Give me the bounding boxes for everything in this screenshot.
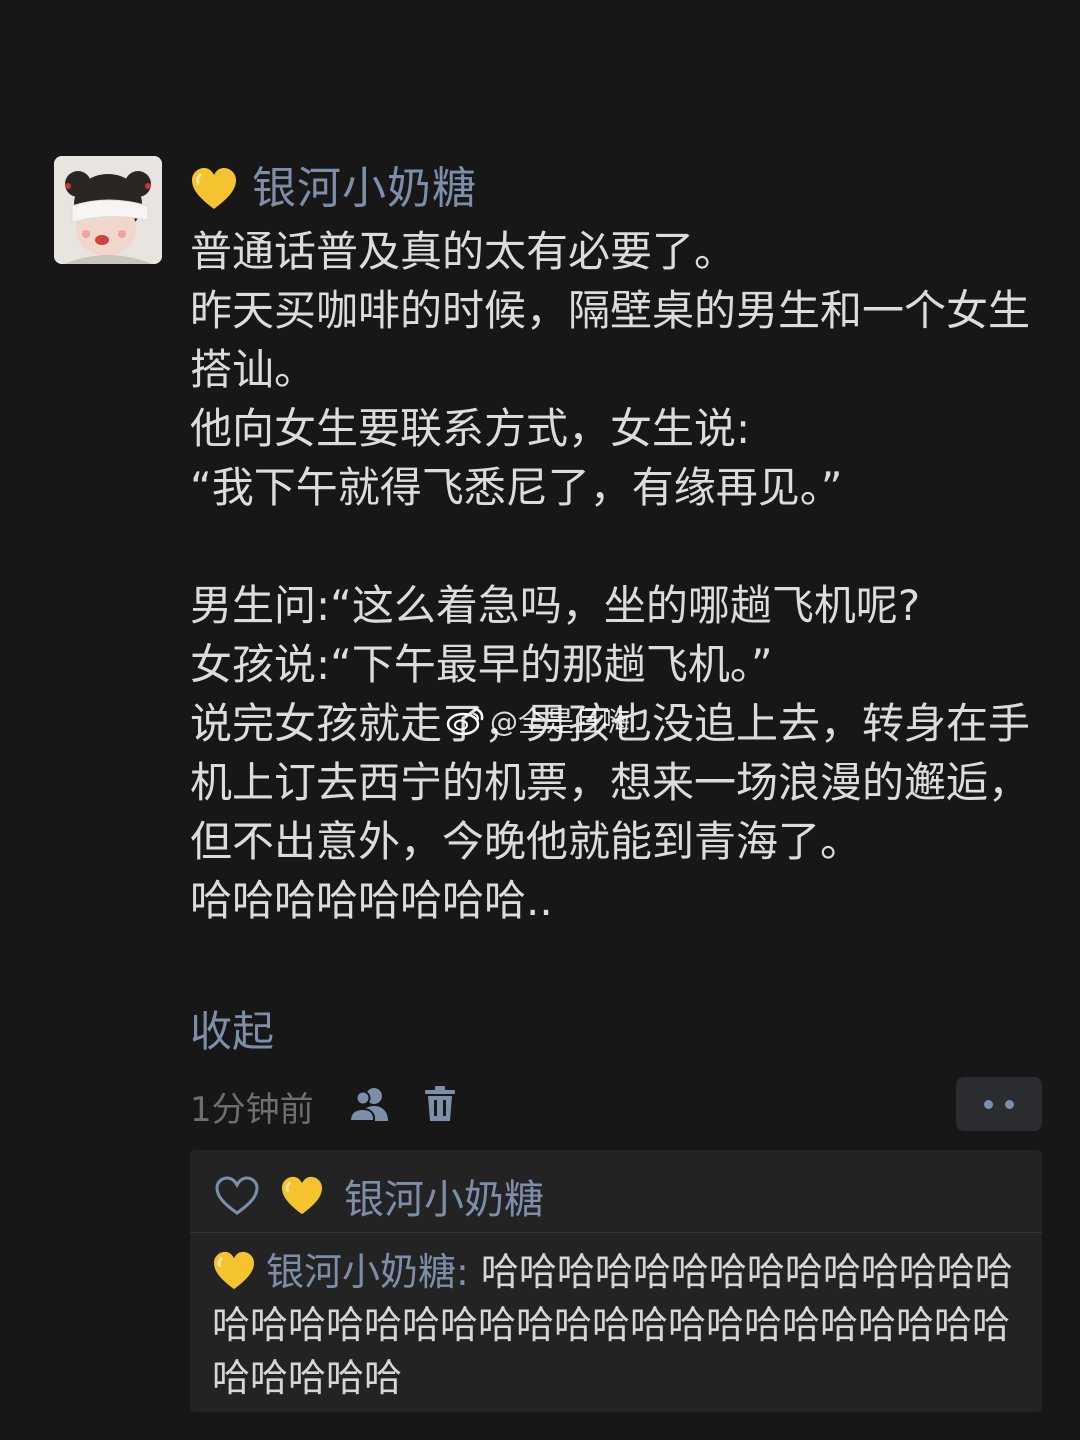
post-line: 哈哈哈哈哈哈哈哈..: [190, 876, 553, 925]
post-body: 普通话普及真的太有必要了。 昨天买咖啡的时候，隔壁桌的男生和一个女生搭讪。 他向…: [190, 222, 1030, 930]
post-author-row: 银河小奶糖: [190, 158, 477, 220]
more-options-button[interactable]: [956, 1077, 1042, 1131]
post-line: 普通话普及真的太有必要了。: [190, 227, 737, 276]
likes-row: 银河小奶糖: [214, 1164, 544, 1228]
post-line: 昨天买咖啡的时候，隔壁桌的男生和一个女生搭讪。: [190, 286, 1031, 394]
post-line: 说完女孩就走了，男孩也没追上去，转身在手机上订去西宁的机票，想来一场浪漫的邂逅，…: [190, 699, 1031, 866]
post-line: 他向女生要联系方式，女生说:: [190, 404, 751, 453]
post-meta-row: 1分钟前: [190, 1078, 456, 1134]
heart-outline-icon[interactable]: [214, 1176, 260, 1216]
post-line: 女孩说:“下午最早的那趟飞机。”: [190, 640, 773, 689]
more-dots-icon: [984, 1099, 993, 1109]
avatar[interactable]: [54, 156, 162, 264]
post-author-name[interactable]: 银河小奶糖: [252, 167, 477, 211]
avatar-image: [54, 156, 162, 264]
comment-item[interactable]: 银河小奶糖: 哈哈哈哈哈哈哈哈哈哈哈哈哈哈哈哈哈哈哈哈哈哈哈哈哈哈哈哈哈哈哈哈哈…: [212, 1246, 1022, 1405]
liker-name[interactable]: 银河小奶糖: [344, 1167, 544, 1225]
post-timestamp: 1分钟前: [190, 1089, 314, 1130]
yellow-heart-icon: [282, 1176, 322, 1215]
friends-icon[interactable]: [348, 1085, 390, 1127]
more-dots-icon: [1005, 1099, 1014, 1109]
trash-icon[interactable]: [424, 1085, 456, 1127]
post-line-blank: [190, 517, 1030, 576]
yellow-heart-icon: [192, 168, 236, 209]
likes-comments-panel: 银河小奶糖 银河小奶糖: 哈哈哈哈哈哈哈哈哈哈哈哈哈哈哈哈哈哈哈哈哈哈哈哈哈哈哈…: [190, 1150, 1042, 1412]
post-line: 男生问:“这么着急吗，坐的哪趟飞机呢?: [190, 581, 921, 630]
comment-author[interactable]: 银河小奶糖: [266, 1250, 456, 1294]
divider: [190, 1232, 1042, 1233]
yellow-heart-icon: [214, 1251, 254, 1290]
post-line: “我下午就得飞悉尼了，有缘再见。”: [190, 463, 843, 512]
comment-separator: :: [456, 1250, 481, 1294]
collapse-link[interactable]: 收起: [190, 998, 274, 1059]
